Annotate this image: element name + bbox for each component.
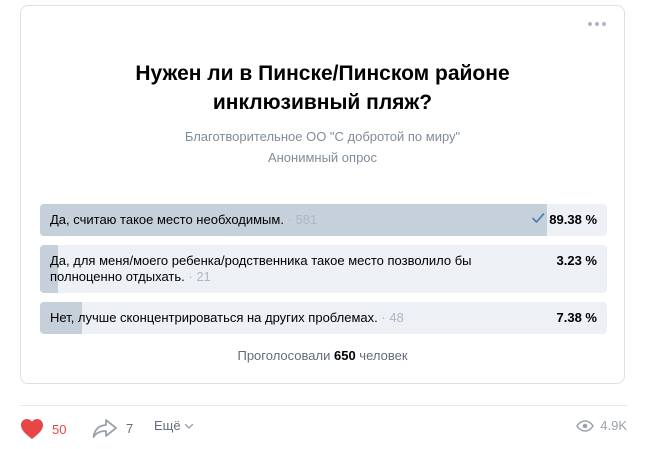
more-options-icon[interactable] bbox=[588, 22, 606, 26]
poll-option-count: · 21 bbox=[188, 269, 211, 284]
more-button[interactable]: Ещё bbox=[154, 418, 194, 433]
poll-type-label: Анонимный опрос bbox=[267, 150, 378, 165]
poll-option-3[interactable]: Нет, лучше сконцентрироваться на других … bbox=[40, 302, 607, 334]
poll-option-1[interactable]: Да, считаю такое место необходимым. · 58… bbox=[40, 204, 607, 236]
share-arrow-icon bbox=[92, 419, 117, 438]
more-label: Ещё bbox=[154, 418, 181, 433]
poll-option-2[interactable]: Да, для меня/моего ребенка/родственника … bbox=[40, 245, 607, 293]
poll-option-label: Нет, лучше сконцентрироваться на других … bbox=[50, 310, 404, 325]
poll-option-percent: 89.38 % bbox=[549, 212, 597, 227]
views-counter: 4.9K bbox=[576, 418, 627, 433]
like-count: 50 bbox=[52, 421, 67, 437]
share-button[interactable]: 7 bbox=[92, 418, 133, 438]
heart-icon bbox=[21, 419, 43, 439]
share-count: 7 bbox=[126, 420, 134, 436]
eye-icon bbox=[576, 419, 595, 432]
checkmark-icon bbox=[532, 213, 545, 223]
poll-option-label: Да, считаю такое место необходимым. · 58… bbox=[50, 212, 318, 227]
poll-option-count: · 581 bbox=[287, 212, 318, 227]
poll-option-percent: 3.23 % bbox=[556, 253, 597, 268]
poll-card: Нужен ли в Пинске/Пинском районе инклюзи… bbox=[20, 5, 625, 384]
poll-option-percent: 7.38 % bbox=[556, 310, 597, 325]
poll-author[interactable]: Благотворительное ОО "С добротой по миру… bbox=[21, 127, 624, 147]
chevron-down-icon bbox=[184, 423, 193, 429]
post-actions: 50 7 Ещё 4.9K bbox=[20, 418, 627, 442]
like-button[interactable]: 50 bbox=[20, 418, 66, 440]
poll-total-votes[interactable]: Проголосовали 650 человек bbox=[21, 348, 624, 363]
views-count: 4.9K bbox=[600, 418, 627, 433]
poll-title: Нужен ли в Пинске/Пинском районе инклюзи… bbox=[135, 62, 510, 114]
poll-option-count: · 48 bbox=[381, 310, 404, 325]
divider bbox=[20, 405, 627, 406]
poll-option-label: Да, для меня/моего ребенка/родственника … bbox=[50, 253, 472, 284]
